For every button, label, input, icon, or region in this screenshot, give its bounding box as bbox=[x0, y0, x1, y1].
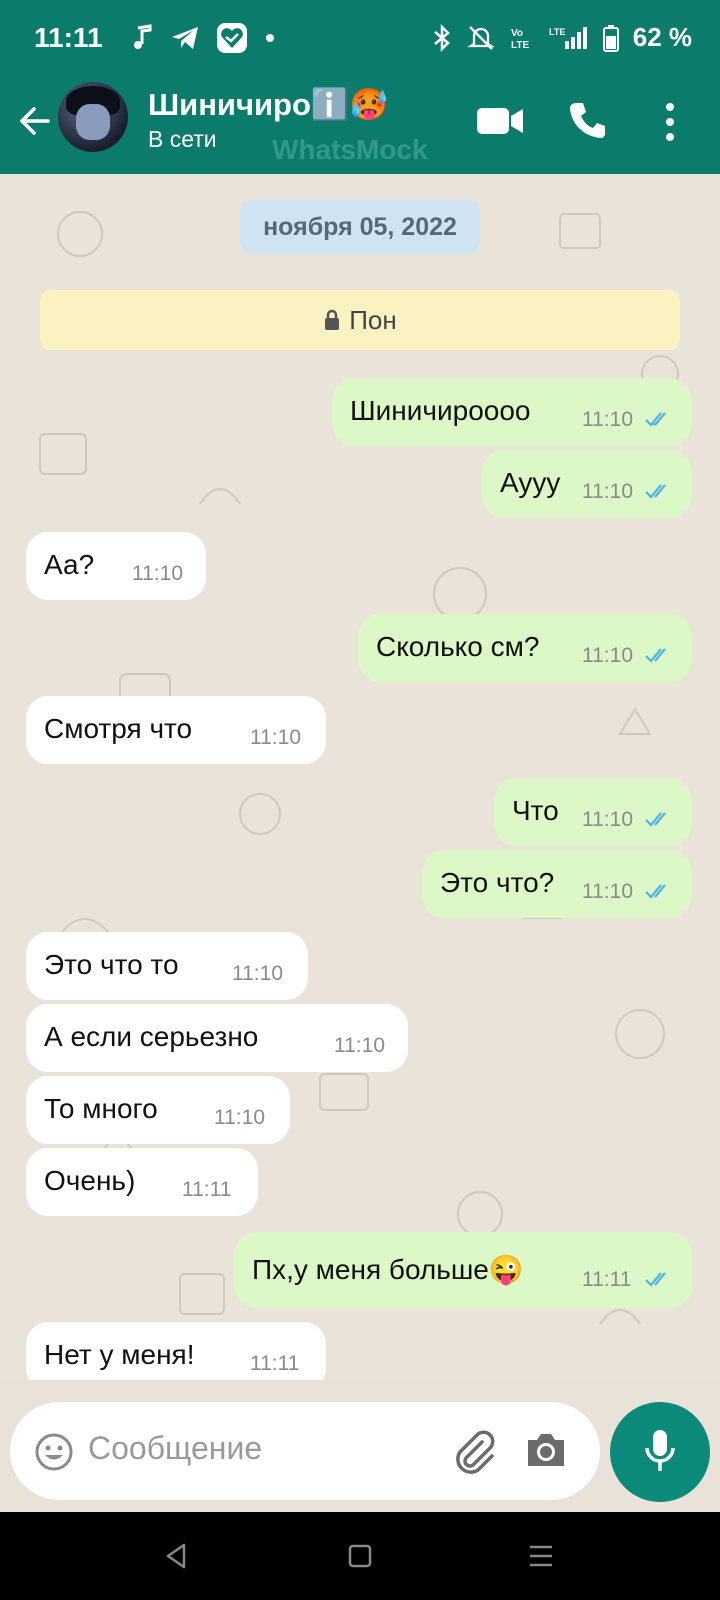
svg-text:LTE: LTE bbox=[511, 40, 529, 51]
attach-icon[interactable] bbox=[452, 1428, 498, 1474]
watermark: WhatsMock bbox=[272, 134, 428, 165]
chat-area[interactable]: ноября 05, 2022 Пон Шиничироооо 11:10 Ау… bbox=[0, 174, 720, 1380]
battery-icon bbox=[602, 24, 619, 52]
telegram-icon bbox=[172, 27, 198, 49]
message-incoming[interactable]: А если серьезно 11:10 bbox=[26, 1004, 408, 1072]
message-incoming[interactable]: Это что то 11:10 bbox=[26, 932, 308, 1000]
message-input-bar[interactable]: Сообщение bbox=[10, 1402, 600, 1500]
read-ticks-icon bbox=[645, 484, 666, 499]
lock-icon bbox=[325, 309, 340, 330]
music-note-icon bbox=[134, 24, 152, 49]
message-incoming[interactable]: То много 11:10 bbox=[26, 1076, 290, 1144]
nav-back-icon[interactable] bbox=[164, 1542, 188, 1570]
message-incoming[interactable]: Нет у меня! 11:11 bbox=[26, 1322, 326, 1380]
bluetooth-icon bbox=[433, 23, 450, 52]
system-navigation-bar bbox=[0, 1512, 720, 1600]
read-ticks-icon bbox=[645, 812, 666, 827]
heart-shield-icon bbox=[217, 23, 247, 53]
microphone-icon bbox=[645, 1430, 675, 1471]
chat-header: Шиничироℹ️🥵 В сети WhatsMock bbox=[0, 82, 720, 174]
read-ticks-icon bbox=[645, 412, 666, 427]
name-emojis: ℹ️🥵 bbox=[310, 87, 389, 122]
status-time: 11:11 bbox=[34, 22, 103, 53]
camera-icon[interactable] bbox=[524, 1430, 568, 1470]
read-ticks-icon bbox=[645, 884, 666, 899]
message-incoming[interactable]: Очень) 11:11 bbox=[26, 1148, 258, 1216]
lte-signal-icon: LTE bbox=[549, 26, 587, 49]
system-status-icons: Vo LTE LTE 62 % bbox=[431, 22, 692, 53]
emoji-icon[interactable] bbox=[34, 1432, 74, 1472]
avatar[interactable] bbox=[58, 82, 128, 152]
video-call-icon[interactable] bbox=[476, 106, 524, 136]
message-outgoing[interactable]: Что 11:10 bbox=[494, 778, 692, 846]
message-incoming[interactable]: Аа? 11:10 bbox=[26, 532, 206, 600]
message-outgoing[interactable]: Сколько см? 11:10 bbox=[358, 614, 692, 682]
date-chip: ноября 05, 2022 bbox=[240, 200, 480, 254]
message-outgoing[interactable]: Это что? 11:10 bbox=[422, 850, 692, 918]
message-outgoing[interactable]: Пх,у меня больше😜 11:11 bbox=[234, 1232, 692, 1308]
contact-name[interactable]: Шиничироℹ️🥵 bbox=[148, 86, 388, 123]
svg-text:Vo: Vo bbox=[511, 28, 523, 39]
message-incoming[interactable]: Смотря что 11:10 bbox=[26, 696, 326, 764]
read-ticks-icon bbox=[645, 1272, 666, 1287]
day-chip: Пон bbox=[40, 290, 680, 350]
notification-icons bbox=[130, 22, 276, 54]
status-bar: 11:11 Vo LTE LTE 62 % bbox=[0, 0, 720, 82]
battery-percent: 62 % bbox=[632, 22, 692, 52]
contact-status: В сети bbox=[148, 126, 217, 152]
message-outgoing[interactable]: Шиничироооо 11:10 bbox=[332, 378, 692, 446]
volte-icon: VoLTE bbox=[511, 28, 529, 51]
more-options-icon[interactable] bbox=[664, 102, 676, 142]
message-input[interactable]: Сообщение bbox=[88, 1430, 262, 1467]
read-ticks-icon bbox=[645, 648, 666, 663]
message-outgoing[interactable]: Аууу 11:10 bbox=[482, 450, 692, 518]
dot-icon bbox=[266, 34, 274, 42]
nav-home-icon[interactable] bbox=[348, 1544, 372, 1568]
voice-record-button[interactable] bbox=[610, 1402, 710, 1502]
mute-icon bbox=[466, 25, 495, 50]
back-arrow-icon[interactable] bbox=[16, 102, 54, 140]
phone-call-icon[interactable] bbox=[568, 100, 608, 140]
svg-text:LTE: LTE bbox=[549, 27, 565, 37]
nav-recents-icon[interactable] bbox=[528, 1544, 554, 1568]
